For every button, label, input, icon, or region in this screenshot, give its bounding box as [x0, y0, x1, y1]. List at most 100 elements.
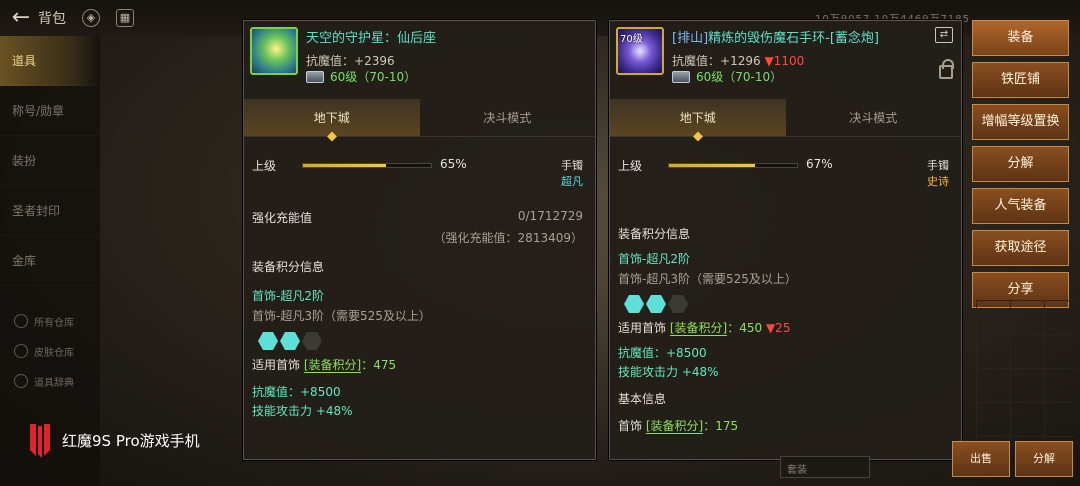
- set-filter-select[interactable]: 套装: [780, 456, 870, 478]
- tab-duel[interactable]: 决斗模式: [786, 99, 962, 136]
- blacksmith-button[interactable]: 铁匠铺: [972, 62, 1069, 98]
- level-gem-icon: [672, 70, 690, 83]
- item-resist-stat: 抗魔值：+1296 ▼1100: [672, 54, 805, 68]
- grade-progress-bar: [302, 163, 432, 168]
- item-header: 天空的守护星：仙后座 抗魔值：+2396 60级（70-10）: [244, 21, 595, 93]
- item-name: [排山]精炼的毁伤魔石手环-[蓄念炮]: [672, 31, 879, 46]
- sidebar-sub-all-storage[interactable]: 所有仓库: [0, 306, 100, 336]
- grade-label: 上级: [252, 159, 277, 173]
- back-arrow-icon[interactable]: ←: [6, 3, 36, 33]
- basic-score-bracket: [装备积分]: [645, 419, 704, 434]
- score-bracket: [装备积分]: [669, 321, 728, 336]
- score-decrease: ▼25: [765, 321, 791, 335]
- score-tier-current: 首饰-超凡2阶: [618, 252, 690, 266]
- score-tier-current: 首饰-超凡2阶: [252, 289, 324, 303]
- settings-icon[interactable]: ◈: [82, 9, 100, 27]
- score-title: 装备积分信息: [618, 227, 691, 241]
- score-info-block: 装备积分信息 首饰-超凡2阶 首饰-超凡3阶（需要525及以上） 适用首饰 [装…: [244, 258, 595, 373]
- tab-dungeon[interactable]: 地下城: [244, 99, 420, 136]
- item-name: 天空的守护星：仙后座: [306, 31, 437, 46]
- hex-empty-icon: [668, 295, 688, 313]
- page-title: 背包: [38, 11, 66, 27]
- grade-progress-fill: [303, 164, 387, 167]
- item-level: 60级（70-10）: [672, 68, 782, 85]
- stat-resist: 抗魔值：+8500: [252, 385, 341, 399]
- tab-dungeon[interactable]: 地下城: [610, 99, 786, 136]
- grade-row: 上级 65% 手镯 超凡: [244, 149, 595, 189]
- basic-info-title: 基本信息: [618, 392, 667, 406]
- sidebar-item-seal[interactable]: 圣者封印: [0, 186, 100, 236]
- device-watermark: 红魔9S Pro游戏手机: [26, 420, 200, 460]
- item-type: 手镯: [561, 159, 583, 172]
- grid-icon[interactable]: ▦: [116, 9, 134, 27]
- action-menu: 装备 铁匠铺 增幅等级置换 分解 人气装备 获取途径 分享: [972, 20, 1069, 314]
- inventory-grid: [976, 300, 1076, 440]
- item-level-badge: 70级: [620, 34, 643, 45]
- item-set-tag: [排山]: [672, 31, 709, 46]
- compare-icon[interactable]: ⇄: [935, 27, 953, 43]
- sidebar-sub-skin-storage[interactable]: 皮肤仓库: [0, 336, 100, 366]
- sidebar-item-titles[interactable]: 称号/勋章: [0, 86, 100, 136]
- popular-gear-button[interactable]: 人气装备: [972, 188, 1069, 224]
- basic-score-line: 首饰 [装备积分]：175: [618, 419, 739, 434]
- score-tier-next: 首饰-超凡3阶（需要525及以上）: [252, 309, 431, 323]
- score-hex-progress: [258, 332, 587, 350]
- dictionary-icon: [14, 374, 28, 388]
- item-rarity: 超凡: [561, 175, 583, 188]
- basic-score-value: ：175: [703, 419, 739, 433]
- hex-empty-icon: [302, 332, 322, 350]
- sidebar-item-items[interactable]: 道具: [0, 36, 100, 86]
- hex-filled-icon: [258, 332, 278, 350]
- equip-button[interactable]: 装备: [972, 20, 1069, 56]
- charge-row: 强化充能值 0/1712729: [244, 209, 595, 229]
- basic-info-block: 基本信息 首饰 [装备积分]：175: [610, 390, 961, 434]
- score-info-block: 装备积分信息 首饰-超凡2阶 首饰-超凡3阶（需要525及以上） 适用首饰 [装…: [610, 225, 961, 336]
- obtain-route-button[interactable]: 获取途径: [972, 230, 1069, 266]
- item-rarity: 史诗: [927, 175, 949, 188]
- item-level: 60级（70-10）: [306, 68, 416, 85]
- sell-button[interactable]: 出售: [952, 441, 1010, 477]
- score-title: 装备积分信息: [252, 260, 325, 274]
- inventory-sidebar: 道具 称号/勋章 装扮 圣者封印 金库 所有仓库 皮肤仓库 道具辞典: [0, 36, 100, 486]
- grade-label: 上级: [618, 159, 643, 173]
- storage-icon: [14, 314, 28, 328]
- charge-sub-value: （强化充能值：2813409）: [433, 231, 583, 245]
- sidebar-sub-dictionary[interactable]: 道具辞典: [0, 366, 100, 396]
- grade-percent: 67%: [806, 157, 833, 171]
- stat-decrease: ▼1100: [764, 54, 805, 68]
- score-tier-next: 首饰-超凡3阶（需要525及以上）: [618, 272, 797, 286]
- score-hex-progress: [624, 295, 953, 313]
- watermark-text: 红魔9S Pro游戏手机: [62, 431, 200, 450]
- item-header: 70级 [排山]精炼的毁伤魔石手环-[蓄念炮] ⇄ 抗魔值：+1296 ▼110…: [610, 21, 961, 93]
- score-applies-line: 适用首饰 [装备积分]：450 ▼25: [618, 321, 791, 336]
- hex-filled-icon: [280, 332, 300, 350]
- score-bracket: [装备积分]: [303, 358, 362, 373]
- stat-skill-attack: 技能攻击力 +48%: [252, 404, 353, 418]
- level-gem-icon: [306, 70, 324, 83]
- amplify-transfer-button[interactable]: 增幅等级置换: [972, 104, 1069, 140]
- grade-progress-bar: [668, 163, 798, 168]
- score-value: ：450: [727, 321, 763, 335]
- hex-filled-icon: [646, 295, 666, 313]
- lock-icon[interactable]: [939, 59, 954, 79]
- score-applies-line: 适用首饰 [装备积分]：475: [252, 358, 397, 373]
- charge-label: 强化充能值: [252, 211, 313, 225]
- skin-icon: [14, 344, 28, 358]
- stat-resist: 抗魔值：+8500: [618, 346, 707, 360]
- item-type: 手镯: [927, 159, 949, 172]
- sidebar-item-avatar[interactable]: 装扮: [0, 136, 100, 186]
- grade-progress-fill: [669, 164, 755, 167]
- item-tooltip-compare: 70级 [排山]精炼的毁伤魔石手环-[蓄念炮] ⇄ 抗魔值：+1296 ▼110…: [609, 20, 962, 460]
- hex-filled-icon: [624, 295, 644, 313]
- sidebar-item-vault[interactable]: 金库: [0, 236, 100, 286]
- item-image-icon: [250, 27, 298, 75]
- redmagic-logo-icon: [30, 424, 50, 458]
- score-value: ：475: [361, 358, 397, 372]
- grade-percent: 65%: [440, 157, 467, 171]
- bottom-disassemble-button[interactable]: 分解: [1015, 441, 1073, 477]
- disassemble-button[interactable]: 分解: [972, 146, 1069, 182]
- item-image-icon: 70级: [616, 27, 664, 75]
- tab-duel[interactable]: 决斗模式: [420, 99, 596, 136]
- charge-value: 0/1712729: [517, 209, 583, 223]
- stat-skill-attack: 技能攻击力 +48%: [618, 365, 719, 379]
